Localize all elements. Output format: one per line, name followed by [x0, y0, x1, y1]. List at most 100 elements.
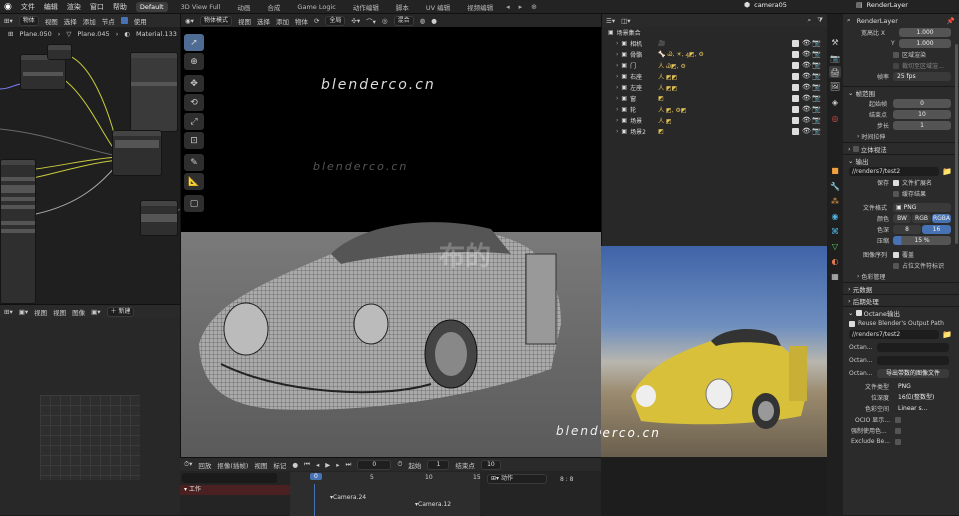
- workspace-tab-video-editing[interactable]: 视频编辑: [463, 1, 497, 13]
- expand-icon[interactable]: ›: [616, 51, 618, 58]
- stereoscopy-checkbox[interactable]: [852, 145, 859, 152]
- object-tab-icon[interactable]: ■: [829, 164, 841, 176]
- annotate-tool[interactable]: ✎: [184, 154, 204, 171]
- color-bw-button[interactable]: BW: [893, 214, 911, 223]
- editor-type-icon[interactable]: ◉▾: [185, 17, 194, 25]
- frame-range-section[interactable]: ⌄ 帧范围: [843, 86, 959, 98]
- step-field[interactable]: 1: [893, 121, 951, 130]
- cursor-tool[interactable]: ⊕: [184, 53, 204, 70]
- end-frame-field[interactable]: 10: [480, 459, 501, 470]
- border-checkbox[interactable]: [893, 51, 899, 58]
- blender-logo-icon[interactable]: ◉: [4, 2, 12, 12]
- camera-icon[interactable]: 📷: [812, 116, 821, 124]
- reuse-output-checkbox[interactable]: [849, 320, 855, 327]
- expand-icon[interactable]: ›: [616, 95, 618, 102]
- outliner-row[interactable]: › ▣ 窗 ◩ 👁 📷: [602, 93, 827, 104]
- file-type-dropdown[interactable]: PNG: [895, 382, 951, 391]
- view-layer-selector[interactable]: ▤ RenderLayer: [856, 1, 908, 9]
- octane-option-field[interactable]: [877, 356, 949, 365]
- compression-slider[interactable]: 15 %: [893, 236, 951, 245]
- viewport-3d[interactable]: ◉▾ 物体模式 视图 选择 添加 物体 ⟳ 全局 ✣▾ ⌒▾ ◎ 混合 ◍ ● …: [180, 14, 601, 457]
- shading-wire-icon[interactable]: ◍: [420, 17, 426, 25]
- camera-icon[interactable]: 📷: [812, 39, 821, 47]
- color-rgb-button[interactable]: RGB: [912, 214, 931, 223]
- ocio-row[interactable]: OCIO 显示...: [843, 414, 959, 425]
- file-format-dropdown[interactable]: ▣ PNG: [893, 203, 951, 212]
- color-depth-16-button[interactable]: 16: [922, 225, 951, 234]
- expand-icon[interactable]: ›: [616, 117, 618, 124]
- folder-icon[interactable]: 📁: [942, 330, 952, 339]
- outliner-row[interactable]: › ▣ 右座 人 ◩◩ 👁 📷: [602, 71, 827, 82]
- image-menu-view-2[interactable]: 视图: [53, 307, 66, 317]
- snap-icon[interactable]: ⌒▾: [366, 16, 376, 26]
- timeline-menu-playback[interactable]: 回放: [198, 460, 211, 470]
- expand-icon[interactable]: ›: [616, 128, 618, 135]
- texture-tab-icon[interactable]: ▦: [829, 270, 841, 282]
- particles-tab-icon[interactable]: ⁂: [829, 195, 841, 207]
- viewport-menu-view[interactable]: 视图: [238, 16, 251, 26]
- menu-help[interactable]: 帮助: [113, 2, 127, 12]
- record-icon[interactable]: ●: [292, 461, 298, 469]
- stereoscopy-section[interactable]: › 立体视法: [843, 142, 959, 154]
- eye-icon[interactable]: 👁: [802, 105, 811, 113]
- workspace-tab-animation[interactable]: 动画: [233, 1, 254, 13]
- cache-result-checkbox[interactable]: [893, 190, 899, 197]
- eye-icon[interactable]: 👁: [802, 127, 811, 135]
- node-box[interactable]: [130, 52, 178, 132]
- exclude-checkbox[interactable]: [792, 106, 799, 113]
- crop-checkbox[interactable]: [893, 62, 899, 69]
- overwrite-checkbox[interactable]: [893, 251, 899, 258]
- node-box[interactable]: [112, 130, 162, 176]
- aspect-y-field[interactable]: 1.000: [899, 39, 951, 48]
- display-mode-icon[interactable]: ◫▾: [621, 17, 630, 25]
- exclude-checkbox[interactable]: [792, 84, 799, 91]
- camera-icon[interactable]: 📷: [812, 105, 821, 113]
- action-dropdown[interactable]: ⊞▾ 动作: [487, 474, 547, 484]
- image-canvas-grid[interactable]: [40, 395, 140, 480]
- tool-tab-icon[interactable]: ⚒: [829, 36, 841, 48]
- camera-icon[interactable]: 📷: [812, 83, 821, 91]
- metadata-section[interactable]: › 元数据: [843, 282, 959, 294]
- scene-selector[interactable]: ⬢ camera05: [744, 1, 787, 9]
- timeline-ruler[interactable]: 0 5 10 15 ▾Camera.24 ▾Camera.12: [290, 472, 481, 516]
- scene-name[interactable]: camera05: [754, 1, 787, 9]
- transform-tool[interactable]: ⊡: [184, 132, 204, 149]
- exclude-checkbox[interactable]: [895, 438, 901, 445]
- outliner-row[interactable]: › ▣ 场景2 ◩ 👁 📷: [602, 126, 827, 137]
- editor-type-icon[interactable]: ⊞▾: [4, 308, 13, 316]
- eye-icon[interactable]: 👁: [802, 116, 811, 124]
- outliner-row[interactable]: › ▣ 门 人 Ꮚ◩, ⚙ 👁 📷: [602, 60, 827, 71]
- color-space-dropdown[interactable]: Linear s...: [895, 404, 939, 413]
- select-box-tool[interactable]: ➚: [184, 34, 204, 51]
- workspace-tab-action-editor[interactable]: 动作编辑: [349, 1, 383, 13]
- workspace-tab-compositing[interactable]: 合成: [263, 1, 284, 13]
- reuse-output-row[interactable]: Reuse Blender's Output Path: [843, 318, 959, 329]
- exclude-checkbox[interactable]: [792, 95, 799, 102]
- eye-icon[interactable]: 👁: [802, 61, 811, 69]
- output-tab-icon[interactable]: 🖨: [829, 66, 841, 78]
- workspace-tab-uv-editing[interactable]: UV 编辑: [422, 1, 454, 13]
- constraints-tab-icon[interactable]: ⌘: [829, 225, 841, 237]
- viewport-menu-add[interactable]: 添加: [276, 16, 289, 26]
- search-icon[interactable]: ⌕: [847, 16, 851, 25]
- exclude-checkbox[interactable]: [792, 117, 799, 124]
- new-image-button[interactable]: ＋ 新建: [106, 306, 135, 317]
- expand-icon[interactable]: ›: [616, 73, 618, 80]
- scale-tool[interactable]: ⤢: [184, 113, 204, 130]
- placeholders-row[interactable]: 占位文件符标识: [843, 260, 959, 271]
- output-path-field[interactable]: //renders7/test2: [849, 167, 939, 176]
- editor-type-icon[interactable]: ☰▾: [606, 17, 615, 25]
- add-workspace-icon[interactable]: ⊕: [531, 3, 537, 11]
- view-layer-name[interactable]: RenderLayer: [867, 1, 908, 9]
- data-tab-icon[interactable]: ▽: [829, 240, 841, 252]
- transform-orientation-dropdown[interactable]: 全局: [325, 15, 346, 26]
- jump-end-icon[interactable]: ⏭: [345, 460, 351, 469]
- workspace-scroll-left-icon[interactable]: ◂: [506, 3, 510, 11]
- scene-tab-icon[interactable]: ◈: [829, 96, 841, 108]
- marker-camera-24[interactable]: ▾Camera.24: [330, 494, 366, 501]
- workspace-tab-game-logic[interactable]: Game Logic: [293, 2, 339, 12]
- ocio-checkbox[interactable]: [895, 416, 901, 423]
- editor-type-icon[interactable]: ⏱▾: [184, 460, 192, 469]
- move-tool[interactable]: ✥: [184, 75, 204, 92]
- force-row[interactable]: 强制使用色...: [843, 425, 959, 436]
